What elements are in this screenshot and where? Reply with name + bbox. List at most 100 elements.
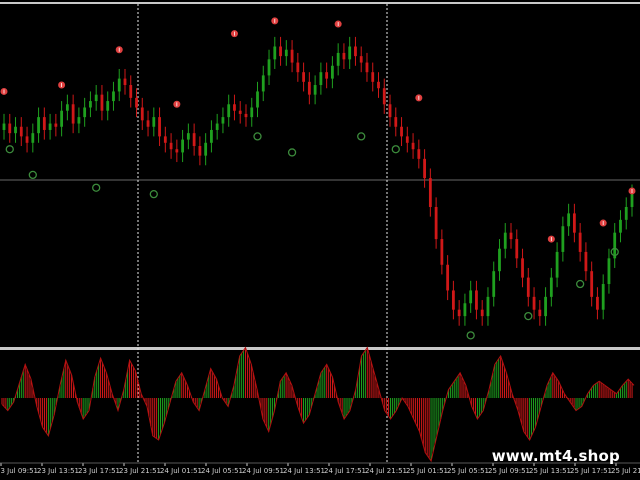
candle-body [279, 46, 282, 57]
candle-body [100, 94, 104, 111]
candle-body [578, 232, 582, 252]
candle-body [596, 296, 599, 310]
candle-body [135, 97, 138, 108]
x-axis-tick-label: 24 Jul 13:51 [283, 467, 325, 475]
candle-body [14, 126, 17, 134]
candle-body [250, 107, 254, 118]
candle-body [319, 72, 323, 86]
candle-body [457, 309, 461, 317]
buy-arrow-marker [287, 148, 297, 157]
x-axis-tick-label: 25 Jul 05:51 [447, 467, 489, 475]
buy-arrow-marker [466, 331, 475, 340]
buy-arrow-marker [253, 132, 262, 141]
candle-body [54, 123, 58, 127]
buy-arrow-marker [391, 145, 400, 154]
candle-body [313, 85, 317, 95]
candle-body [538, 309, 542, 317]
candle-body [302, 72, 305, 82]
candle-body [561, 226, 565, 252]
candle-body [31, 133, 35, 143]
candle-body [89, 101, 92, 108]
candle-body [65, 104, 69, 111]
candle-body [526, 277, 530, 297]
candle-body [371, 72, 375, 82]
candle-body [549, 277, 553, 297]
candle-body [175, 149, 179, 153]
candle-body [463, 303, 467, 317]
candle-body [342, 52, 346, 60]
candle-body [584, 251, 588, 272]
candle-body [521, 258, 524, 278]
candle-body [515, 239, 519, 259]
candle-body [382, 88, 386, 105]
candle-body [492, 271, 496, 297]
candle-body [140, 107, 144, 121]
candle-body [630, 194, 634, 207]
buy-arrow-marker [575, 279, 585, 289]
candle-body [296, 62, 300, 73]
buy-arrow-marker [524, 311, 533, 321]
candle-body [428, 178, 432, 207]
candle-body [94, 94, 98, 102]
candle-body [607, 258, 611, 285]
candle-body [169, 142, 173, 150]
candle-body [411, 142, 415, 150]
trading-chart: 23 Jul 09:51 23 Jul 13:51 23 Jul 17:51 23 J… [0, 0, 640, 480]
candle-body [325, 72, 329, 79]
candle-body [117, 78, 121, 92]
candle-body [221, 117, 225, 124]
candle-body [354, 46, 357, 57]
candle-body [423, 158, 426, 179]
candle-body [400, 126, 403, 137]
candle-body [192, 133, 196, 147]
candle-body [555, 251, 559, 278]
candle-body [331, 65, 334, 79]
x-axis-tick-label: 24 Jul 17:51 [324, 467, 366, 475]
candle-body [480, 309, 484, 317]
candle-body [284, 49, 288, 57]
candle-body [186, 133, 190, 140]
candle-body [48, 123, 52, 130]
candle-body [440, 239, 444, 265]
candle-body [112, 91, 115, 102]
candle-body [198, 146, 202, 156]
x-axis-tick-label: 23 Jul 09:51 [0, 467, 38, 475]
buy-arrow-marker [92, 183, 101, 192]
candle-body [8, 123, 12, 134]
candle-body [37, 117, 40, 134]
x-axis-tick-label: 25 Jul 17:51 [570, 467, 612, 475]
x-axis-tick-label: 23 Jul 17:51 [78, 467, 120, 475]
x-axis-tick-label: 24 Jul 05:51 [201, 467, 243, 475]
candle-body [601, 284, 605, 310]
candle-body [25, 136, 29, 143]
x-axis-tick-label: 24 Jul 09:51 [242, 467, 284, 475]
candle-body [60, 110, 64, 127]
candle-body [19, 126, 23, 137]
x-axis-tick-label: 25 Jul 13:51 [529, 467, 571, 475]
candle-body [365, 62, 369, 73]
x-axis-tick-label: 23 Jul 21:51 [119, 467, 161, 475]
candle-body [509, 232, 513, 240]
candle-body [256, 91, 259, 108]
candle-body [106, 101, 110, 111]
candle-body [498, 248, 501, 272]
candle-body [417, 149, 421, 159]
candle-body [290, 49, 294, 63]
x-axis-tick-label: 25 Jul 09:51 [488, 467, 530, 475]
candle-body [210, 129, 213, 143]
candle-body [572, 213, 576, 233]
candle-body [152, 117, 156, 127]
panel-separator [0, 347, 640, 350]
buy-arrow-marker [28, 170, 37, 180]
price-chart: 23 Jul 09:51 23 Jul 13:51 23 Jul 17:51 23 J… [0, 2, 640, 475]
candle-body [71, 104, 75, 124]
candle-body [215, 123, 219, 130]
candle-body [590, 271, 594, 297]
candle-body [83, 107, 87, 118]
candle-body [446, 264, 450, 291]
candle-body [233, 104, 236, 111]
top-border [0, 2, 640, 4]
candle-body [163, 136, 167, 143]
candle-body [273, 46, 277, 60]
watermark-text: www.mt4.shop [491, 447, 620, 465]
